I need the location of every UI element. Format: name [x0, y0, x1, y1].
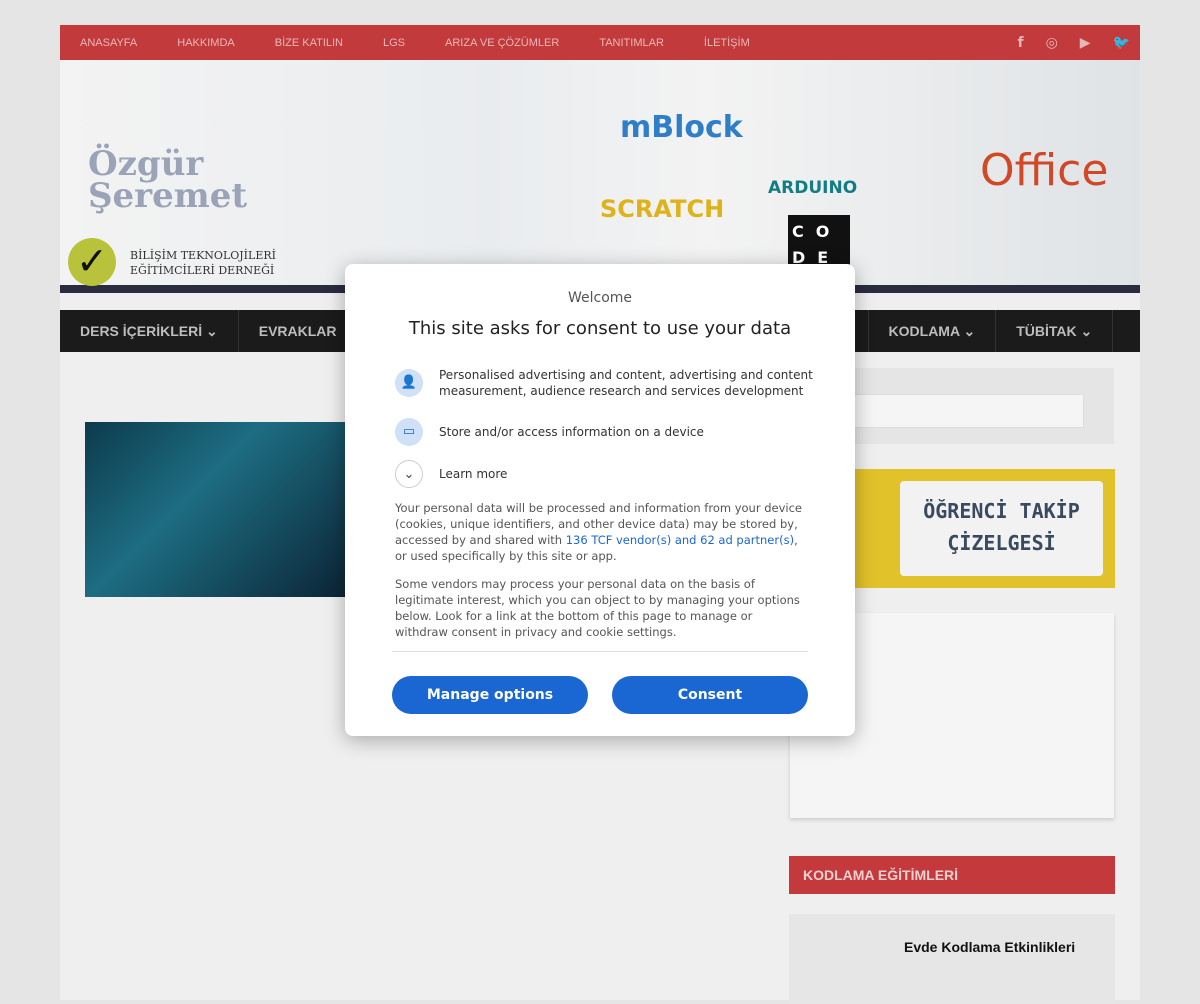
dialog-paragraph-1: Your personal data will be processed and… — [395, 501, 803, 563]
purpose-storage: Store and/or access information on a dev… — [439, 425, 704, 439]
scratch-logo: SCRATCH — [600, 195, 725, 223]
devices-icon: ▭ — [395, 418, 423, 446]
nav-hakkimda[interactable]: HAKKIMDA — [177, 37, 234, 49]
dialog-paragraph-2: Some vendors may process your personal d… — [395, 577, 800, 639]
purpose-advertising: Personalised advertising and content, ad… — [439, 368, 813, 398]
widget-item-link[interactable]: Evde Kodlama Etkinlikleri — [904, 939, 1075, 955]
nav-evraklar[interactable]: EVRAKLAR — [239, 310, 358, 352]
top-nav: ANASAYFA HAKKIMDA BİZE KATILIN LGS ARIZA… — [60, 25, 1140, 60]
consent-button[interactable]: Consent — [612, 676, 808, 714]
post-thumbnail[interactable] — [85, 422, 355, 597]
widget-list: Evde Kodlama Etkinlikleri — [789, 914, 1115, 1004]
widget-title: KODLAMA EĞİTİMLERİ — [789, 856, 1115, 894]
divider — [392, 651, 808, 652]
arduino-logo: ARDUINO — [768, 178, 858, 198]
learn-more-toggle[interactable]: ⌄ Learn more — [395, 460, 507, 488]
header-banner[interactable]: Özgür Şeremet ✓ BİLİŞİM TEKNOLOJİLERİ EĞİT… — [60, 60, 1140, 293]
instagram-icon[interactable]: ◎ — [1046, 35, 1058, 51]
dialog-welcome: Welcome — [567, 290, 633, 306]
logo: Özgür Şeremet — [88, 144, 248, 216]
dialog-title: This site asks for consent to use your d… — [408, 318, 792, 339]
nav-tanitimlar[interactable]: TANITIMLAR — [599, 37, 664, 49]
nav-anasayfa[interactable]: ANASAYFA — [80, 37, 137, 49]
chevron-down-icon[interactable]: ⌄ — [395, 460, 423, 488]
consent-dialog: Welcome This site asks for consent to us… — [345, 264, 855, 736]
office-logo: Office — [980, 145, 1109, 196]
mblock-logo: mBlock — [620, 110, 743, 145]
person-icon: 👤 — [395, 369, 423, 397]
check-icon: ✓ — [68, 238, 116, 286]
nav-bize-katilin[interactable]: BİZE KATILIN — [275, 37, 343, 49]
manage-options-button[interactable]: Manage options — [392, 676, 588, 714]
nav-kodlama[interactable]: KODLAMA ⌄ — [867, 310, 997, 352]
nav-ders-icerikleri[interactable]: DERS İÇERİKLERİ ⌄ — [60, 310, 239, 352]
association-name: BİLİŞİM TEKNOLOJİLERİ EĞİTİMCİLERİ DERNEĞ… — [130, 249, 276, 277]
facebook-icon[interactable]: f — [1017, 35, 1023, 51]
nav-ariza[interactable]: ARIZA VE ÇÖZÜMLER — [445, 37, 559, 49]
youtube-icon[interactable]: ▶ — [1080, 35, 1091, 51]
nav-lgs[interactable]: LGS — [383, 37, 405, 49]
nav-iletisim[interactable]: İLETİŞİM — [704, 37, 750, 49]
twitter-icon[interactable]: 🐦 — [1113, 35, 1130, 51]
vendors-link[interactable]: 136 TCF vendor(s) and 62 ad partner(s) — [566, 533, 794, 547]
nav-tubitak[interactable]: TÜBİTAK ⌄ — [996, 310, 1114, 352]
